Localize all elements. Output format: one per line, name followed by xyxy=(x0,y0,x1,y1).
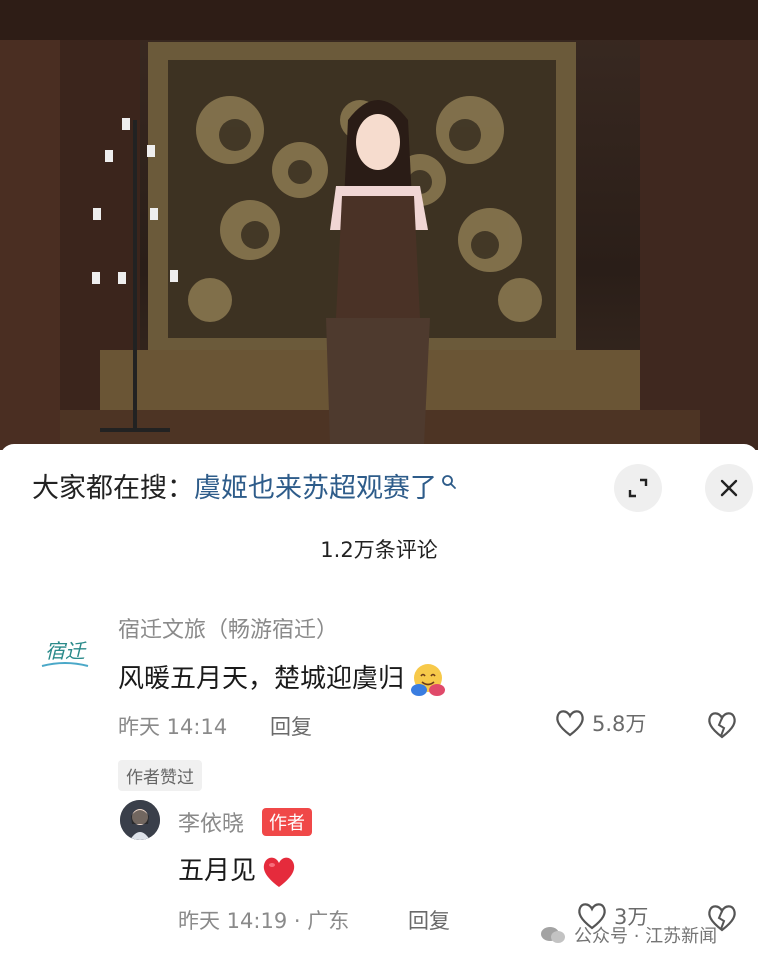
like-count: 5.8万 xyxy=(592,712,647,736)
video-frame-image xyxy=(0,0,758,450)
scene-illustration xyxy=(0,0,758,450)
watermark: 公众号 · 江苏新闻 xyxy=(540,922,717,948)
trending-search[interactable]: 大家都在搜：虞姬也来苏超观赛了 xyxy=(32,472,457,506)
avatar[interactable] xyxy=(120,800,160,840)
trending-search-term[interactable]: 虞姬也来苏超观赛了 xyxy=(194,473,437,504)
expand-button[interactable] xyxy=(614,464,662,512)
comment-text-body: 风暖五月天，楚城迎虞归 xyxy=(118,664,405,694)
comment-text: 风暖五月天，楚城迎虞归 xyxy=(118,658,448,700)
author-liked-badge: 作者赞过 xyxy=(118,760,202,791)
reply-button[interactable]: 回复 xyxy=(408,905,450,935)
expand-icon xyxy=(628,478,648,498)
search-icon[interactable] xyxy=(441,474,457,490)
hug-emoji xyxy=(411,663,446,696)
red-heart-emoji xyxy=(263,857,295,887)
comment-sheet: 大家都在搜：虞姬也来苏超观赛了 1.2万条评论 宿迁 宿迁文旅（畅游宿迁） 风暖… xyxy=(0,444,758,963)
dislike-button[interactable] xyxy=(706,710,738,744)
comment-username[interactable]: 李依晓 xyxy=(178,806,244,838)
close-icon xyxy=(720,479,738,497)
comment-text-body: 五月见 xyxy=(178,856,257,886)
watermark-text: 公众号 · 江苏新闻 xyxy=(574,926,718,947)
comment-time: 昨天 14:14 xyxy=(118,715,228,739)
author-tag: 作者 xyxy=(262,808,312,836)
comment-time: 昨天 14:19 · 广东 xyxy=(178,909,350,933)
comment-username[interactable]: 宿迁文旅（畅游宿迁） xyxy=(118,612,338,644)
close-button[interactable] xyxy=(705,464,753,512)
broken-heart-icon xyxy=(708,712,736,739)
like-button[interactable]: 5.8万 xyxy=(554,708,646,738)
avatar[interactable]: 宿迁 xyxy=(34,620,96,682)
avatar-logo-text: 宿迁 xyxy=(45,639,87,663)
reply-button[interactable]: 回复 xyxy=(270,711,312,741)
trending-search-prefix: 大家都在搜： xyxy=(32,473,194,504)
avatar-photo xyxy=(120,800,160,840)
avatar-logo: 宿迁 xyxy=(41,639,89,667)
heart-outline-icon xyxy=(556,710,584,737)
comment-count: 1.2万条评论 xyxy=(320,538,438,562)
comment-text: 五月见 xyxy=(178,850,298,890)
wechat-icon xyxy=(541,927,565,943)
